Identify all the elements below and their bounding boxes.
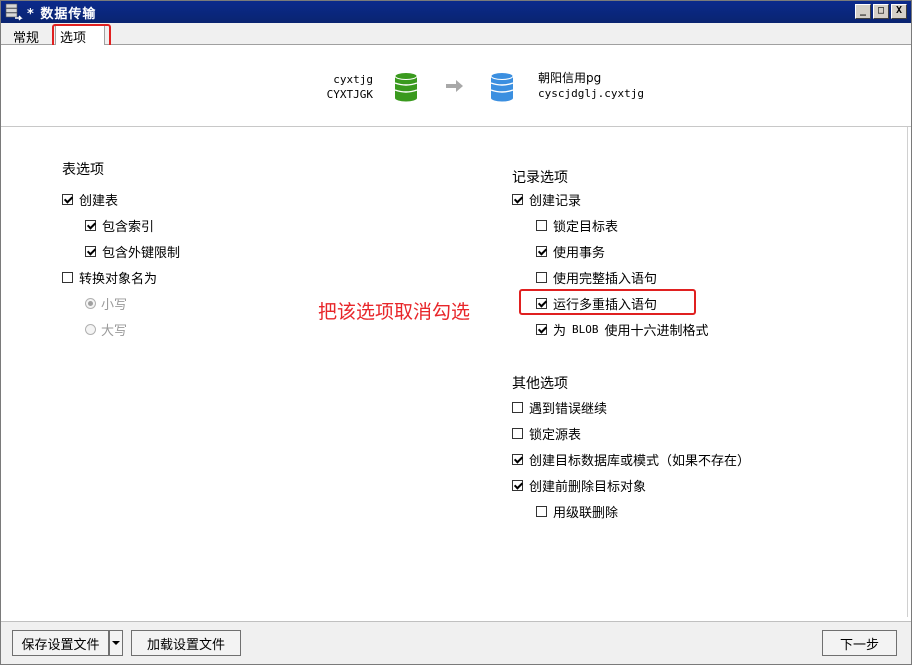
include-fk-label: 包含外键限制 [102,245,181,261]
annotation-text: 把该选项取消勾选 [318,301,471,323]
window-title: * 数据传输 [27,6,97,22]
close-button[interactable]: X [891,4,907,19]
create-target-db-checkbox[interactable] [512,453,523,465]
source-database-icon [393,72,419,102]
scroll-edge [907,45,911,617]
include-index-checkbox[interactable] [85,219,96,231]
tab-bar: 常规 选项 [1,23,911,46]
save-profile-dropdown-button[interactable] [109,630,123,656]
create-record-option[interactable]: 创建记录 [512,191,582,209]
record-options-title: 记录选项 [512,170,568,186]
use-transaction-checkbox[interactable] [536,245,547,257]
uppercase-radio [85,323,96,335]
include-fk-checkbox[interactable] [85,245,96,257]
create-target-db-option[interactable]: 创建目标数据库或模式（如果不存在） [512,451,751,469]
create-table-option[interactable]: 创建表 [62,191,119,209]
arrow-right-icon [445,78,465,94]
include-index-label: 包含索引 [102,219,155,235]
cascade-delete-option[interactable]: 用级联删除 [536,503,619,521]
lock-source-option[interactable]: 锁定源表 [512,425,582,443]
target-database: cyscjdglj.cyxtjg [538,87,644,100]
lock-source-checkbox[interactable] [512,427,523,439]
blob-hex-checkbox[interactable] [536,323,547,335]
save-profile-button[interactable]: 保存设置文件 [12,630,109,656]
lock-target-label: 锁定目标表 [553,219,619,235]
create-table-checkbox[interactable] [62,193,73,205]
data-transfer-window: * 数据传输 _ □ X 常规 选项 cyxtjg CYXTJGK 朝阳信用pg… [0,0,912,665]
use-transaction-label: 使用事务 [553,245,606,261]
target-connection: 朝阳信用pg [538,71,602,85]
complete-insert-option[interactable]: 使用完整插入语句 [536,269,658,287]
tab-general[interactable]: 常规 [7,26,45,46]
drop-before-create-option[interactable]: 创建前删除目标对象 [512,477,647,495]
lowercase-option: 小写 [85,295,128,313]
target-info: 朝阳信用pg cyscjdglj.cyxtjg [538,71,644,101]
uppercase-option: 大写 [85,321,128,339]
lock-target-option[interactable]: 锁定目标表 [536,217,619,235]
drop-before-create-label: 创建前删除目标对象 [529,479,647,495]
blob-hex-suffix: 使用十六进制格式 [604,323,709,339]
multi-insert-highlight-box [519,289,696,315]
cascade-delete-label: 用级联删除 [553,505,619,521]
transfer-summary: cyxtjg CYXTJGK 朝阳信用pg cyscjdglj.cyxtjg [1,45,911,127]
target-database-icon [489,72,515,102]
create-record-label: 创建记录 [529,193,582,209]
include-fk-option[interactable]: 包含外键限制 [85,243,181,261]
blob-hex-prefix: 为 [553,323,567,339]
minimize-button[interactable]: _ [855,4,871,19]
other-options-title: 其他选项 [512,376,568,392]
blob-hex-blob: BLOB [572,322,599,336]
include-index-option[interactable]: 包含索引 [85,217,155,235]
source-info: cyxtjg CYXTJGK [327,72,373,102]
complete-insert-checkbox[interactable] [536,271,547,283]
lock-source-label: 锁定源表 [529,427,582,443]
data-transfer-app-icon [5,3,23,21]
table-options-title: 表选项 [62,162,104,178]
create-target-db-label: 创建目标数据库或模式（如果不存在） [529,453,751,469]
source-connection: cyxtjg [333,73,373,86]
create-table-label: 创建表 [79,193,119,209]
uppercase-label: 大写 [101,323,128,339]
complete-insert-label: 使用完整插入语句 [553,271,658,287]
use-transaction-option[interactable]: 使用事务 [536,243,606,261]
window-controls: _ □ X [855,4,907,19]
convert-name-label: 转换对象名为 [79,271,158,287]
continue-on-error-option[interactable]: 遇到错误继续 [512,399,608,417]
continue-on-error-label: 遇到错误继续 [529,401,608,417]
drop-before-create-checkbox[interactable] [512,479,523,491]
continue-on-error-checkbox[interactable] [512,401,523,413]
lowercase-radio [85,297,96,309]
next-button[interactable]: 下一步 [822,630,897,656]
lowercase-label: 小写 [101,297,128,313]
title-bar: * 数据传输 _ □ X [1,1,911,23]
source-database: CYXTJGK [326,88,373,101]
cascade-delete-checkbox[interactable] [536,505,547,517]
blob-hex-option[interactable]: 为 BLOB 使用十六进制格式 [536,321,709,339]
create-record-checkbox[interactable] [512,193,523,205]
restore-button[interactable]: □ [873,4,889,19]
lock-target-checkbox[interactable] [536,219,547,231]
footer-bar: 保存设置文件 加载设置文件 下一步 [1,621,911,664]
convert-name-option[interactable]: 转换对象名为 [62,269,158,287]
convert-name-checkbox[interactable] [62,271,73,283]
load-profile-button[interactable]: 加载设置文件 [131,630,241,656]
chevron-down-icon [112,641,120,645]
